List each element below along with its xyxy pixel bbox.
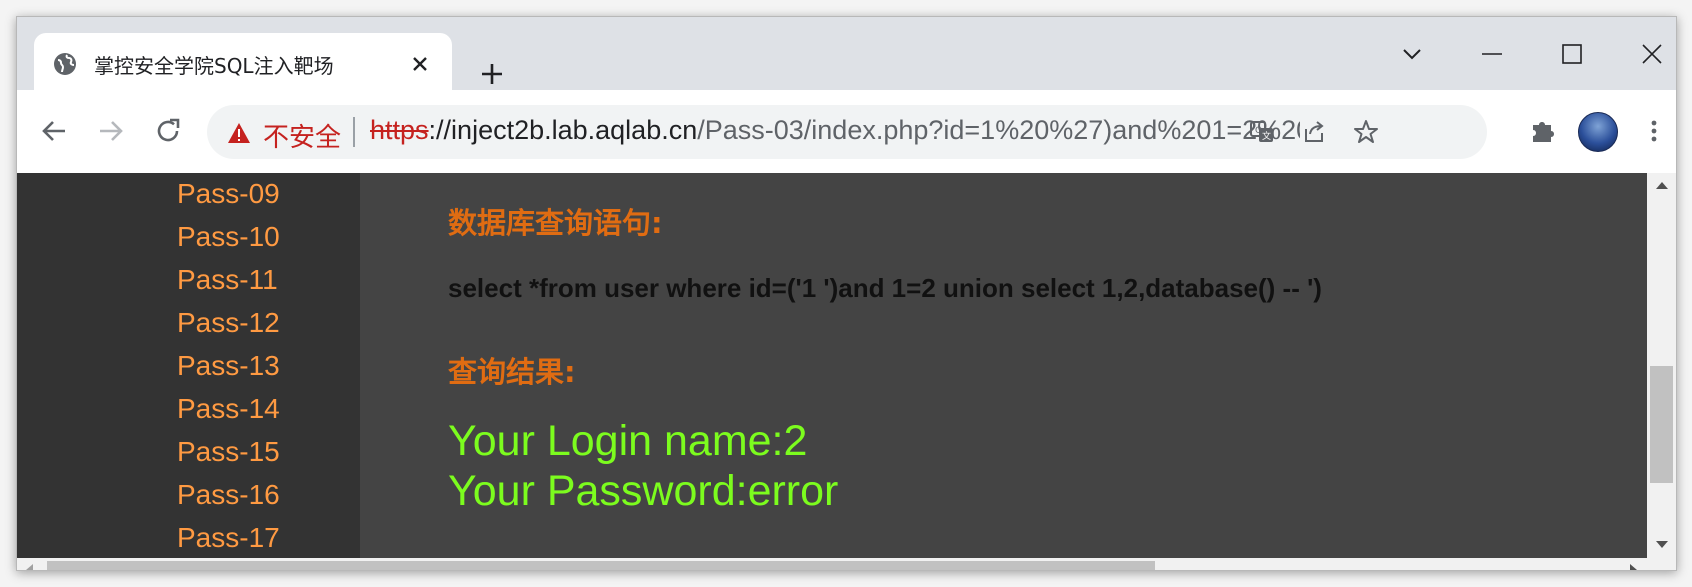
query-heading: 数据库查询语句: xyxy=(448,206,663,240)
not-secure-label[interactable]: 不安全 xyxy=(263,117,341,154)
url-scheme: https xyxy=(370,115,429,145)
browser-window: 掌控安全学院SQL注入靶场 不安全 https://inject2b.lab.a… xyxy=(16,16,1677,571)
translate-icon[interactable]: G 文 xyxy=(1249,119,1275,145)
scroll-up-arrow-icon[interactable] xyxy=(1656,182,1668,189)
sidebar-item-pass-12[interactable]: Pass-12 xyxy=(177,307,280,339)
tab-title: 掌控安全学院SQL注入靶场 xyxy=(94,54,334,78)
page-viewport: Pass-09 Pass-10 Pass-11 Pass-12 Pass-13 … xyxy=(17,173,1647,558)
close-window-icon[interactable] xyxy=(1639,41,1665,67)
url-path: /Pass-03/index.php?id=1%20%27)and%201=2%… xyxy=(697,115,1300,145)
result-heading: 查询结果: xyxy=(448,355,576,389)
address-bar[interactable]: 不安全 https://inject2b.lab.aqlab.cn/Pass-0… xyxy=(207,105,1487,159)
scroll-right-arrow-icon[interactable] xyxy=(1630,564,1637,570)
back-arrow-icon[interactable] xyxy=(39,116,69,146)
sidebar-item-pass-16[interactable]: Pass-16 xyxy=(177,479,280,511)
sidebar-item-pass-13[interactable]: Pass-13 xyxy=(177,350,280,382)
horizontal-scroll-thumb[interactable] xyxy=(47,561,1155,570)
sidebar: Pass-09 Pass-10 Pass-11 Pass-12 Pass-13 … xyxy=(17,173,360,558)
browser-toolbar: 不安全 https://inject2b.lab.aqlab.cn/Pass-0… xyxy=(17,90,1676,173)
more-menu-icon[interactable] xyxy=(1640,117,1668,145)
bookmark-star-icon[interactable] xyxy=(1353,119,1379,145)
forward-arrow-icon[interactable] xyxy=(96,116,126,146)
minimize-icon[interactable] xyxy=(1479,41,1505,67)
close-tab-icon[interactable] xyxy=(409,53,431,75)
sql-query-text: select *from user where id=('1 ')and 1=2… xyxy=(448,273,1322,303)
sidebar-item-pass-11[interactable]: Pass-11 xyxy=(177,264,278,296)
active-tab[interactable]: 掌控安全学院SQL注入靶场 xyxy=(34,33,452,90)
url-text[interactable]: https://inject2b.lab.aqlab.cn/Pass-03/in… xyxy=(370,115,1300,146)
sidebar-item-pass-10[interactable]: Pass-10 xyxy=(177,221,280,253)
tab-strip: 掌控安全学院SQL注入靶场 xyxy=(17,17,1676,90)
horizontal-scrollbar[interactable] xyxy=(17,558,1676,570)
scroll-left-arrow-icon[interactable] xyxy=(26,564,33,570)
globe-icon xyxy=(54,53,76,75)
tab-search-icon[interactable] xyxy=(1399,41,1425,67)
url-host: ://inject2b.lab.aqlab.cn xyxy=(428,115,698,145)
sidebar-item-pass-17[interactable]: Pass-17 xyxy=(177,522,280,554)
reload-icon[interactable] xyxy=(153,116,183,146)
scroll-down-arrow-icon[interactable] xyxy=(1656,541,1668,548)
password-result: Your Password:error xyxy=(448,467,839,515)
vertical-scrollbar[interactable] xyxy=(1647,173,1676,558)
vertical-scroll-thumb[interactable] xyxy=(1650,366,1673,483)
warning-triangle-icon[interactable] xyxy=(227,122,251,144)
extensions-puzzle-icon[interactable] xyxy=(1529,117,1557,145)
svg-text:文: 文 xyxy=(1262,130,1271,142)
profile-avatar[interactable] xyxy=(1578,112,1618,152)
maximize-icon[interactable] xyxy=(1559,41,1585,67)
new-tab-icon[interactable] xyxy=(479,61,505,87)
security-divider xyxy=(353,117,355,147)
sidebar-item-pass-14[interactable]: Pass-14 xyxy=(177,393,280,425)
sidebar-item-pass-15[interactable]: Pass-15 xyxy=(177,436,280,468)
sidebar-item-pass-09[interactable]: Pass-09 xyxy=(177,178,280,210)
main-content: 数据库查询语句: select *from user where id=('1 … xyxy=(360,173,1647,558)
share-icon[interactable] xyxy=(1301,119,1327,145)
svg-text:G: G xyxy=(1255,126,1262,136)
login-name-result: Your Login name:2 xyxy=(448,417,808,465)
